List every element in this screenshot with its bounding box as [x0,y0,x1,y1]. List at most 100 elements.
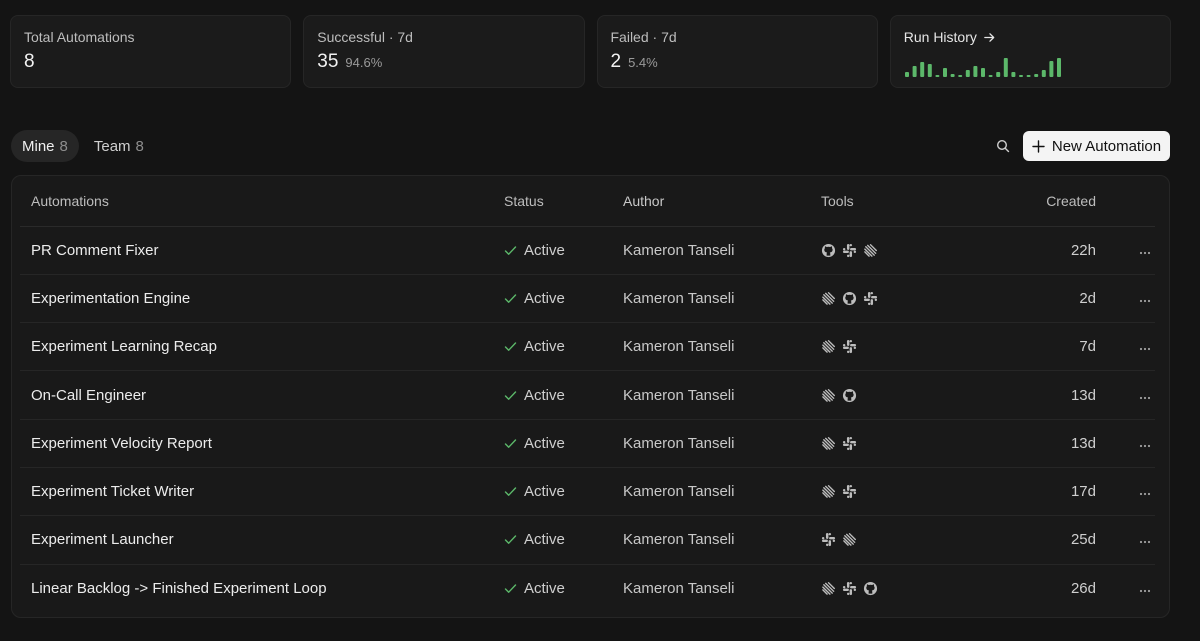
automation-name[interactable]: PR Comment Fixer [20,226,504,274]
table-row[interactable]: Experiment Velocity Report Active Kameron … [20,419,1155,468]
table-row[interactable]: Experiment Learning Recap Active Kameron T… [20,323,1155,371]
new-automation-label: New Automation [1051,137,1162,155]
status-cell: Active [504,419,623,467]
tool-icons [821,581,971,596]
tools-cell [821,467,971,515]
status-text: Active [524,531,565,549]
table-row[interactable]: On-Call Engineer Active Kameron Tanseli 13d [20,371,1155,420]
author-name: Kameron Tanseli [623,241,735,259]
automation-name[interactable]: Experimentation Engine [20,274,504,322]
history-bar [957,75,962,77]
check-icon [504,294,517,303]
more-options-icon[interactable] [1139,444,1151,448]
linear-icon [822,388,836,402]
tool-icons [821,291,971,306]
check-icon [504,535,517,545]
failed-pct: 5.4% [628,55,658,70]
total-automations-value: 8 [24,51,35,72]
github-icon [842,291,857,305]
successful-pct: 94.6% [345,55,383,70]
status-text: Active [524,434,565,452]
linear-icon [822,436,836,450]
author-name: Kameron Tanseli [623,386,735,404]
tab-list: Mine 8 Team 8 [11,130,155,162]
tab-label: Team [93,137,131,155]
run-history-link[interactable]: Run History [904,29,1157,45]
more-options-icon[interactable] [1139,251,1151,255]
new-automation-button[interactable]: New Automation [1023,131,1170,161]
table-row[interactable]: PR Comment Fixer Active Kameron Tanseli 22h [20,226,1155,275]
tab-mine[interactable]: Mine 8 [11,130,79,162]
github-icon [842,388,857,402]
status-badge: Active [504,290,623,307]
history-bar [919,62,924,77]
failed-label: Failed · 7d [610,29,677,45]
run-history-card[interactable]: Run History [889,15,1171,88]
more-options-icon[interactable] [1139,347,1151,351]
more-options-icon[interactable] [1139,589,1151,593]
automation-name[interactable]: Experiment Velocity Report [20,419,504,467]
check-icon [504,584,517,593]
history-bar [973,66,978,77]
status-text: Active [524,386,565,404]
automations-table-container: Automations Status Author Tools Created … [11,175,1170,618]
more-options-icon[interactable] [1139,396,1151,400]
col-author: Author [623,176,821,227]
tab-count: 8 [59,137,68,155]
history-bar [1011,72,1016,77]
status-cell: Active [504,516,623,564]
created-time: 26d [1070,579,1096,597]
automation-name[interactable]: Linear Backlog -> Finished Experiment Lo… [20,564,504,612]
created-time: 7d [1079,338,1096,356]
history-bar [965,70,970,77]
tools-cell [821,323,971,371]
table-row[interactable]: Experimentation Engine Active Kameron Tans… [20,274,1155,323]
check-icon [504,245,517,255]
tool-icons [821,388,971,403]
history-bar [1049,61,1054,77]
slack-icon [842,436,857,450]
created-time: 25d [1070,531,1096,549]
arrow-right-icon [984,32,995,42]
table-row[interactable]: Linear Backlog -> Finished Experiment Lo… [20,564,1155,612]
author-name: Kameron Tanseli [623,483,735,501]
history-bar [935,75,940,77]
history-bar [995,72,1000,77]
tab-count: 8 [135,137,144,155]
row-menu-cell [1096,467,1155,515]
tools-cell [821,226,971,274]
linear-icon [822,291,836,305]
created-time: 13d [1070,386,1096,404]
search-button[interactable] [993,136,1013,156]
automation-name[interactable]: On-Call Engineer [20,371,504,419]
automation-name[interactable]: Experiment Launcher [20,516,504,564]
row-menu-cell [1096,564,1155,612]
more-options-icon[interactable] [1139,540,1151,544]
history-bar [1018,75,1023,77]
failed-value: 2 [610,51,622,72]
slack-icon [842,581,857,596]
table-row[interactable]: Experiment Launcher Active Kameron Tanseli… [20,516,1155,565]
history-bar [950,74,955,77]
linear-icon [843,533,857,547]
table-row[interactable]: Experiment Ticket Writer Active Kameron Ta… [20,467,1155,516]
check-icon [504,439,517,448]
status-cell: Active [504,274,623,322]
status-badge: Active [504,242,623,259]
status-cell: Active [504,226,623,274]
tool-icons [821,243,971,258]
author-name: Kameron Tanseli [623,579,735,597]
tab-team[interactable]: Team 8 [83,130,155,162]
history-bar [1041,70,1046,77]
more-options-icon[interactable] [1139,492,1151,496]
row-menu-cell [1096,371,1155,419]
status-badge: Active [504,435,623,452]
more-options-icon[interactable] [1139,299,1151,303]
col-created[interactable]: Created [971,176,1096,227]
status-text: Active [524,241,565,259]
row-menu-cell [1096,516,1155,564]
status-badge: Active [504,580,623,597]
automation-name[interactable]: Experiment Ticket Writer [20,467,504,515]
automation-name[interactable]: Experiment Learning Recap [20,323,504,371]
slack-icon [842,340,857,354]
